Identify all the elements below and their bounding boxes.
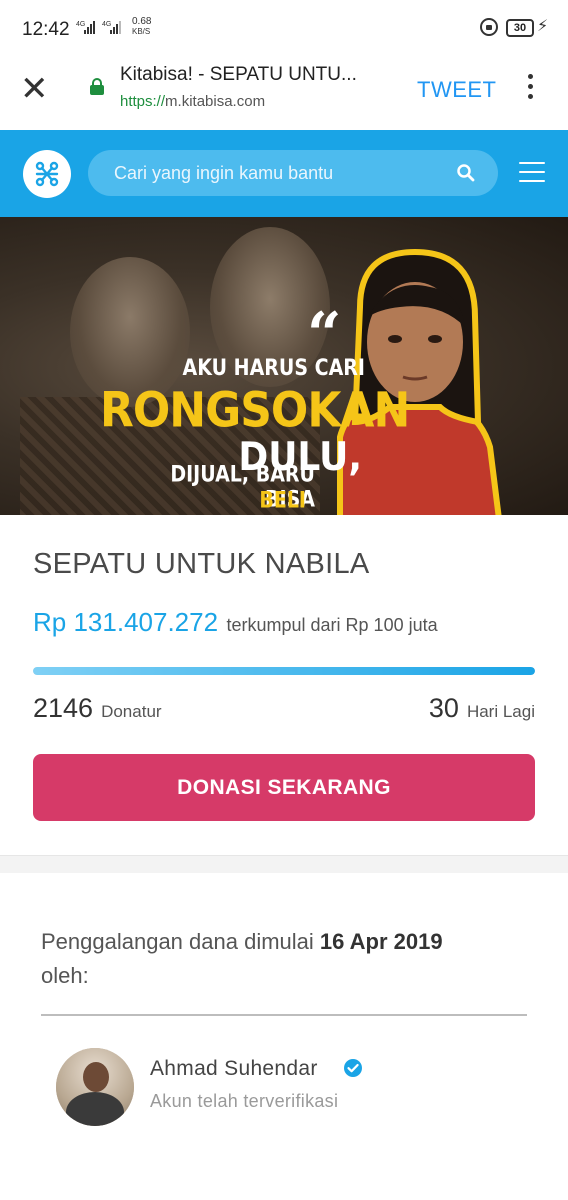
url-protocol: https:// bbox=[120, 93, 166, 110]
search-input[interactable]: Cari yang ingin kamu bantu bbox=[88, 150, 498, 196]
campaign-title: SEPATU UNTUK NABILA bbox=[33, 548, 370, 580]
lock-icon[interactable] bbox=[90, 78, 104, 95]
raised-target-text: terkumpul dari Rp 100 juta bbox=[226, 615, 438, 635]
donate-now-button[interactable]: DONASI SEKARANG bbox=[33, 754, 535, 821]
more-options-icon[interactable] bbox=[527, 74, 535, 104]
browser-toolbar: ✕ Kitabisa! - SEPATU UNTU... https://m.k… bbox=[0, 60, 568, 130]
menu-icon[interactable] bbox=[519, 162, 545, 184]
tweet-button[interactable]: TWEET bbox=[417, 77, 497, 103]
funding-progress-fill bbox=[33, 667, 535, 675]
organizer-name[interactable]: Ahmad Suhendar bbox=[150, 1057, 318, 1081]
hero-quote-mark: “ bbox=[307, 300, 342, 370]
charging-icon: ⚡ bbox=[537, 18, 549, 35]
raised-summary: Rp 131.407.272 terkumpul dari Rp 100 jut… bbox=[33, 607, 438, 638]
status-bar: 12:42 4G 4G 0.68 KB/S 30 ⚡ bbox=[0, 0, 568, 60]
close-icon[interactable]: ✕ bbox=[20, 72, 49, 106]
organizer-verification-status: Akun telah terverifikasi bbox=[150, 1091, 339, 1111]
organizer-divider bbox=[41, 1014, 527, 1016]
verified-badge-icon bbox=[344, 1059, 362, 1077]
campaign-start-info: Penggalangan dana dimulai 16 Apr 2019 ol… bbox=[41, 925, 521, 993]
donor-count-value: 2146 bbox=[33, 693, 94, 723]
hero-text-line5: BELI SEPATU, bbox=[218, 487, 306, 515]
section-divider bbox=[0, 855, 568, 873]
days-remaining-value: 30 bbox=[428, 693, 459, 723]
start-suffix: oleh: bbox=[41, 963, 89, 988]
days-remaining-label: Hari Lagi bbox=[466, 702, 535, 721]
rotation-lock-icon bbox=[480, 18, 498, 36]
campaign-hero-image: “ AKU HARUS CARI RONGSOKAN DULU, DIJUAL,… bbox=[0, 217, 568, 515]
raised-amount: Rp 131.407.272 bbox=[33, 607, 219, 637]
url-host: m.kitabisa.com bbox=[165, 93, 266, 110]
start-date: 16 Apr 2019 bbox=[319, 929, 443, 954]
kitabisa-logo-icon[interactable] bbox=[23, 150, 71, 198]
svg-text:4G: 4G bbox=[76, 21, 85, 28]
start-prefix: Penggalangan dana dimulai bbox=[41, 929, 314, 954]
search-icon[interactable] bbox=[456, 163, 476, 183]
signal-icon: 4G 4G bbox=[76, 21, 121, 34]
status-time: 12:42 bbox=[22, 19, 70, 40]
url-bar[interactable]: https://m.kitabisa.com bbox=[120, 93, 265, 110]
signal-indicator: 4G 4G bbox=[76, 18, 128, 39]
search-placeholder: Cari yang ingin kamu bantu bbox=[114, 163, 334, 183]
funding-progress-bar bbox=[33, 667, 535, 675]
days-remaining: 30 Hari Lagi bbox=[429, 693, 535, 724]
svg-text:4G: 4G bbox=[102, 21, 111, 28]
hero-text-line1: AKU HARUS CARI bbox=[182, 355, 365, 381]
donor-count-label: Donatur bbox=[101, 702, 162, 721]
organizer-avatar[interactable] bbox=[56, 1048, 134, 1126]
tab-title[interactable]: Kitabisa! - SEPATU UNTU... bbox=[120, 64, 400, 86]
battery-icon: 30 bbox=[506, 19, 534, 37]
network-speed-value: 0.68 bbox=[132, 16, 152, 27]
network-speed-unit: KB/S bbox=[132, 27, 151, 36]
network-speed: 0.68 KB/S bbox=[132, 17, 151, 37]
hero-text-line2: RONGSOKAN bbox=[100, 382, 410, 439]
donor-count: 2146 Donatur bbox=[33, 693, 162, 724]
site-header: Cari yang ingin kamu bantu bbox=[0, 130, 568, 217]
